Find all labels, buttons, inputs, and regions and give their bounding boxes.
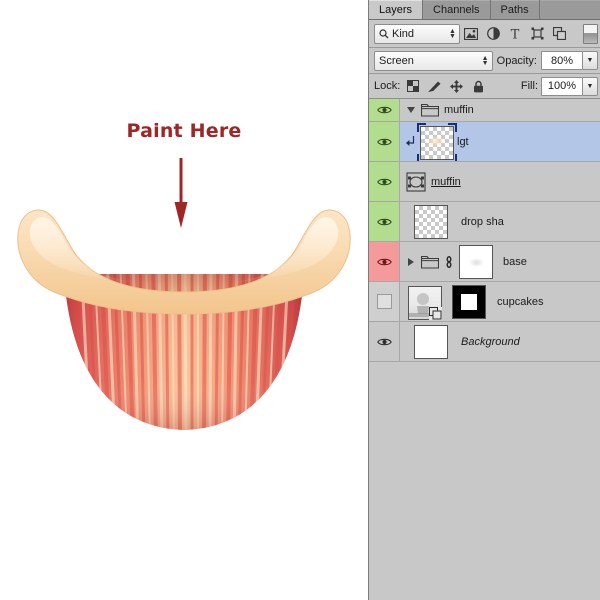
fill-label: Fill: bbox=[520, 80, 538, 92]
cupcake-illustration bbox=[17, 209, 351, 430]
opacity-label: Opacity: bbox=[496, 54, 537, 67]
fill-dropdown-arrow-icon[interactable]: ▼ bbox=[583, 76, 598, 96]
lock-position-icon[interactable] bbox=[447, 77, 466, 95]
filter-kind-label: Kind bbox=[392, 27, 415, 40]
mask-content bbox=[469, 257, 484, 267]
layer-row-drop-sha[interactable]: drop sha bbox=[369, 202, 600, 242]
blend-bar: Screen ▲ ▼ Opacity: 80% ▼ bbox=[369, 48, 600, 74]
smart-object-badge-icon bbox=[429, 306, 442, 320]
layer-row-body[interactable]: muffin bbox=[400, 99, 600, 121]
opacity-input[interactable]: 80% bbox=[541, 51, 583, 70]
tab-paths[interactable]: Paths bbox=[490, 0, 540, 19]
adjustment-layer-filter-icon[interactable] bbox=[482, 24, 504, 44]
layer-name-cupcakes: cupcakes bbox=[497, 295, 544, 308]
mask-content bbox=[461, 293, 477, 310]
layer-row-cupcakes[interactable]: cupcakes bbox=[369, 282, 600, 322]
layer-row-body[interactable]: lgt bbox=[400, 122, 600, 161]
disclosure-triangle-expanded-icon[interactable] bbox=[406, 107, 416, 113]
vector-shape-icon[interactable] bbox=[406, 171, 426, 192]
lock-transparent-pixels-icon[interactable] bbox=[403, 77, 422, 95]
layer-row-muffin-group[interactable]: muffin bbox=[369, 99, 600, 122]
layer-name-background: Background bbox=[461, 335, 520, 348]
layer-row-body[interactable]: Background bbox=[400, 322, 600, 361]
visibility-toggle-muffin-shape[interactable] bbox=[369, 162, 400, 201]
layer-name-lgt: lgt bbox=[457, 135, 469, 148]
layer-thumbnail-lgt[interactable] bbox=[417, 122, 457, 161]
document-canvas[interactable]: Paint Here bbox=[0, 0, 368, 600]
layer-row-body[interactable]: muffin bbox=[400, 162, 600, 201]
tab-channels[interactable]: Channels bbox=[423, 0, 491, 19]
eye-icon bbox=[376, 106, 392, 114]
tab-layers[interactable]: Layers bbox=[369, 0, 424, 19]
pixel-layer-filter-icon[interactable] bbox=[460, 24, 482, 44]
blend-mode-select[interactable]: Screen ▲ ▼ bbox=[374, 50, 493, 71]
chevron-updown-icon: ▲ ▼ bbox=[481, 54, 489, 67]
layer-thumbnail-cupcakes[interactable] bbox=[408, 285, 442, 320]
layer-row-background[interactable]: Background bbox=[369, 322, 600, 362]
search-icon bbox=[379, 28, 389, 38]
filter-kind-select[interactable]: Kind ▲ ▼ bbox=[374, 23, 460, 44]
visibility-toggle-background[interactable] bbox=[369, 322, 400, 361]
shape-layer-filter-icon[interactable] bbox=[526, 24, 548, 44]
layer-row-muffin-shape[interactable]: muffin bbox=[369, 162, 600, 202]
thumbnail-selection-brackets bbox=[417, 122, 457, 161]
eye-icon bbox=[376, 258, 392, 265]
lock-all-icon[interactable] bbox=[469, 77, 488, 95]
layer-thumbnail-drop-sha[interactable] bbox=[414, 204, 448, 239]
link-chain-icon[interactable] bbox=[444, 255, 454, 269]
eye-icon bbox=[376, 138, 392, 145]
filter-toggle-switch[interactable] bbox=[583, 23, 598, 44]
folder-icon bbox=[421, 103, 439, 117]
tab-channels-label: Channels bbox=[433, 3, 480, 16]
paint-here-annotation: Paint Here bbox=[126, 120, 242, 142]
lock-label: Lock: bbox=[374, 80, 401, 92]
eye-icon bbox=[376, 338, 392, 345]
clipping-mask-arrow-icon bbox=[406, 136, 415, 147]
disclosure-triangle-collapsed-icon[interactable] bbox=[406, 257, 416, 266]
folder-icon bbox=[421, 255, 439, 269]
layer-row-body[interactable]: base bbox=[400, 242, 600, 281]
eye-icon bbox=[376, 178, 392, 185]
blend-mode-value: Screen bbox=[379, 54, 414, 67]
panel-tab-bar: Layers Channels Paths bbox=[369, 0, 600, 20]
svg-text:T: T bbox=[511, 28, 520, 41]
layer-mask-thumbnail-cupcakes[interactable] bbox=[452, 284, 486, 319]
tab-bar-filler bbox=[539, 0, 600, 19]
eye-icon bbox=[376, 218, 392, 225]
visibility-toggle-drop-sha[interactable] bbox=[369, 202, 400, 241]
layer-name-drop-sha: drop sha bbox=[461, 215, 504, 228]
layer-filter-bar: Kind ▲ ▼ T bbox=[369, 20, 600, 48]
layers-panel: Layers Channels Paths Kind ▲ ▼ T Screen … bbox=[368, 0, 600, 600]
smart-object-filter-icon[interactable] bbox=[548, 24, 570, 44]
layer-row-base[interactable]: base bbox=[369, 242, 600, 282]
lock-bar: Lock: Fill: 100% ▼ bbox=[369, 74, 600, 99]
eye-off-icon bbox=[376, 294, 392, 309]
layer-name-base: base bbox=[503, 255, 527, 268]
lock-image-pixels-icon[interactable] bbox=[425, 77, 444, 95]
visibility-toggle-cupcakes[interactable] bbox=[369, 282, 400, 321]
visibility-toggle-lgt[interactable] bbox=[369, 122, 400, 161]
layer-mask-thumbnail-base[interactable] bbox=[459, 244, 493, 279]
layer-row-body[interactable]: drop sha bbox=[400, 202, 600, 241]
layer-name-muffin-group: muffin bbox=[444, 104, 474, 116]
fill-input[interactable]: 100% bbox=[541, 76, 583, 96]
layer-row-body[interactable]: cupcakes bbox=[400, 282, 600, 321]
chevron-updown-icon: ▲ ▼ bbox=[449, 27, 456, 40]
tab-paths-label: Paths bbox=[500, 3, 529, 16]
visibility-toggle-base[interactable] bbox=[369, 242, 400, 281]
opacity-dropdown-arrow-icon[interactable]: ▼ bbox=[583, 51, 598, 70]
layer-thumbnail-background[interactable] bbox=[414, 324, 448, 359]
layer-row-lgt[interactable]: lgt bbox=[369, 122, 600, 162]
visibility-toggle-muffin-group[interactable] bbox=[369, 99, 400, 121]
layer-list: muffin lgt muffin drop sha base cupcakes… bbox=[369, 99, 600, 362]
type-layer-filter-icon[interactable]: T bbox=[504, 24, 526, 44]
tab-layers-label: Layers bbox=[379, 3, 413, 16]
layer-name-muffin-shape: muffin bbox=[431, 175, 461, 188]
